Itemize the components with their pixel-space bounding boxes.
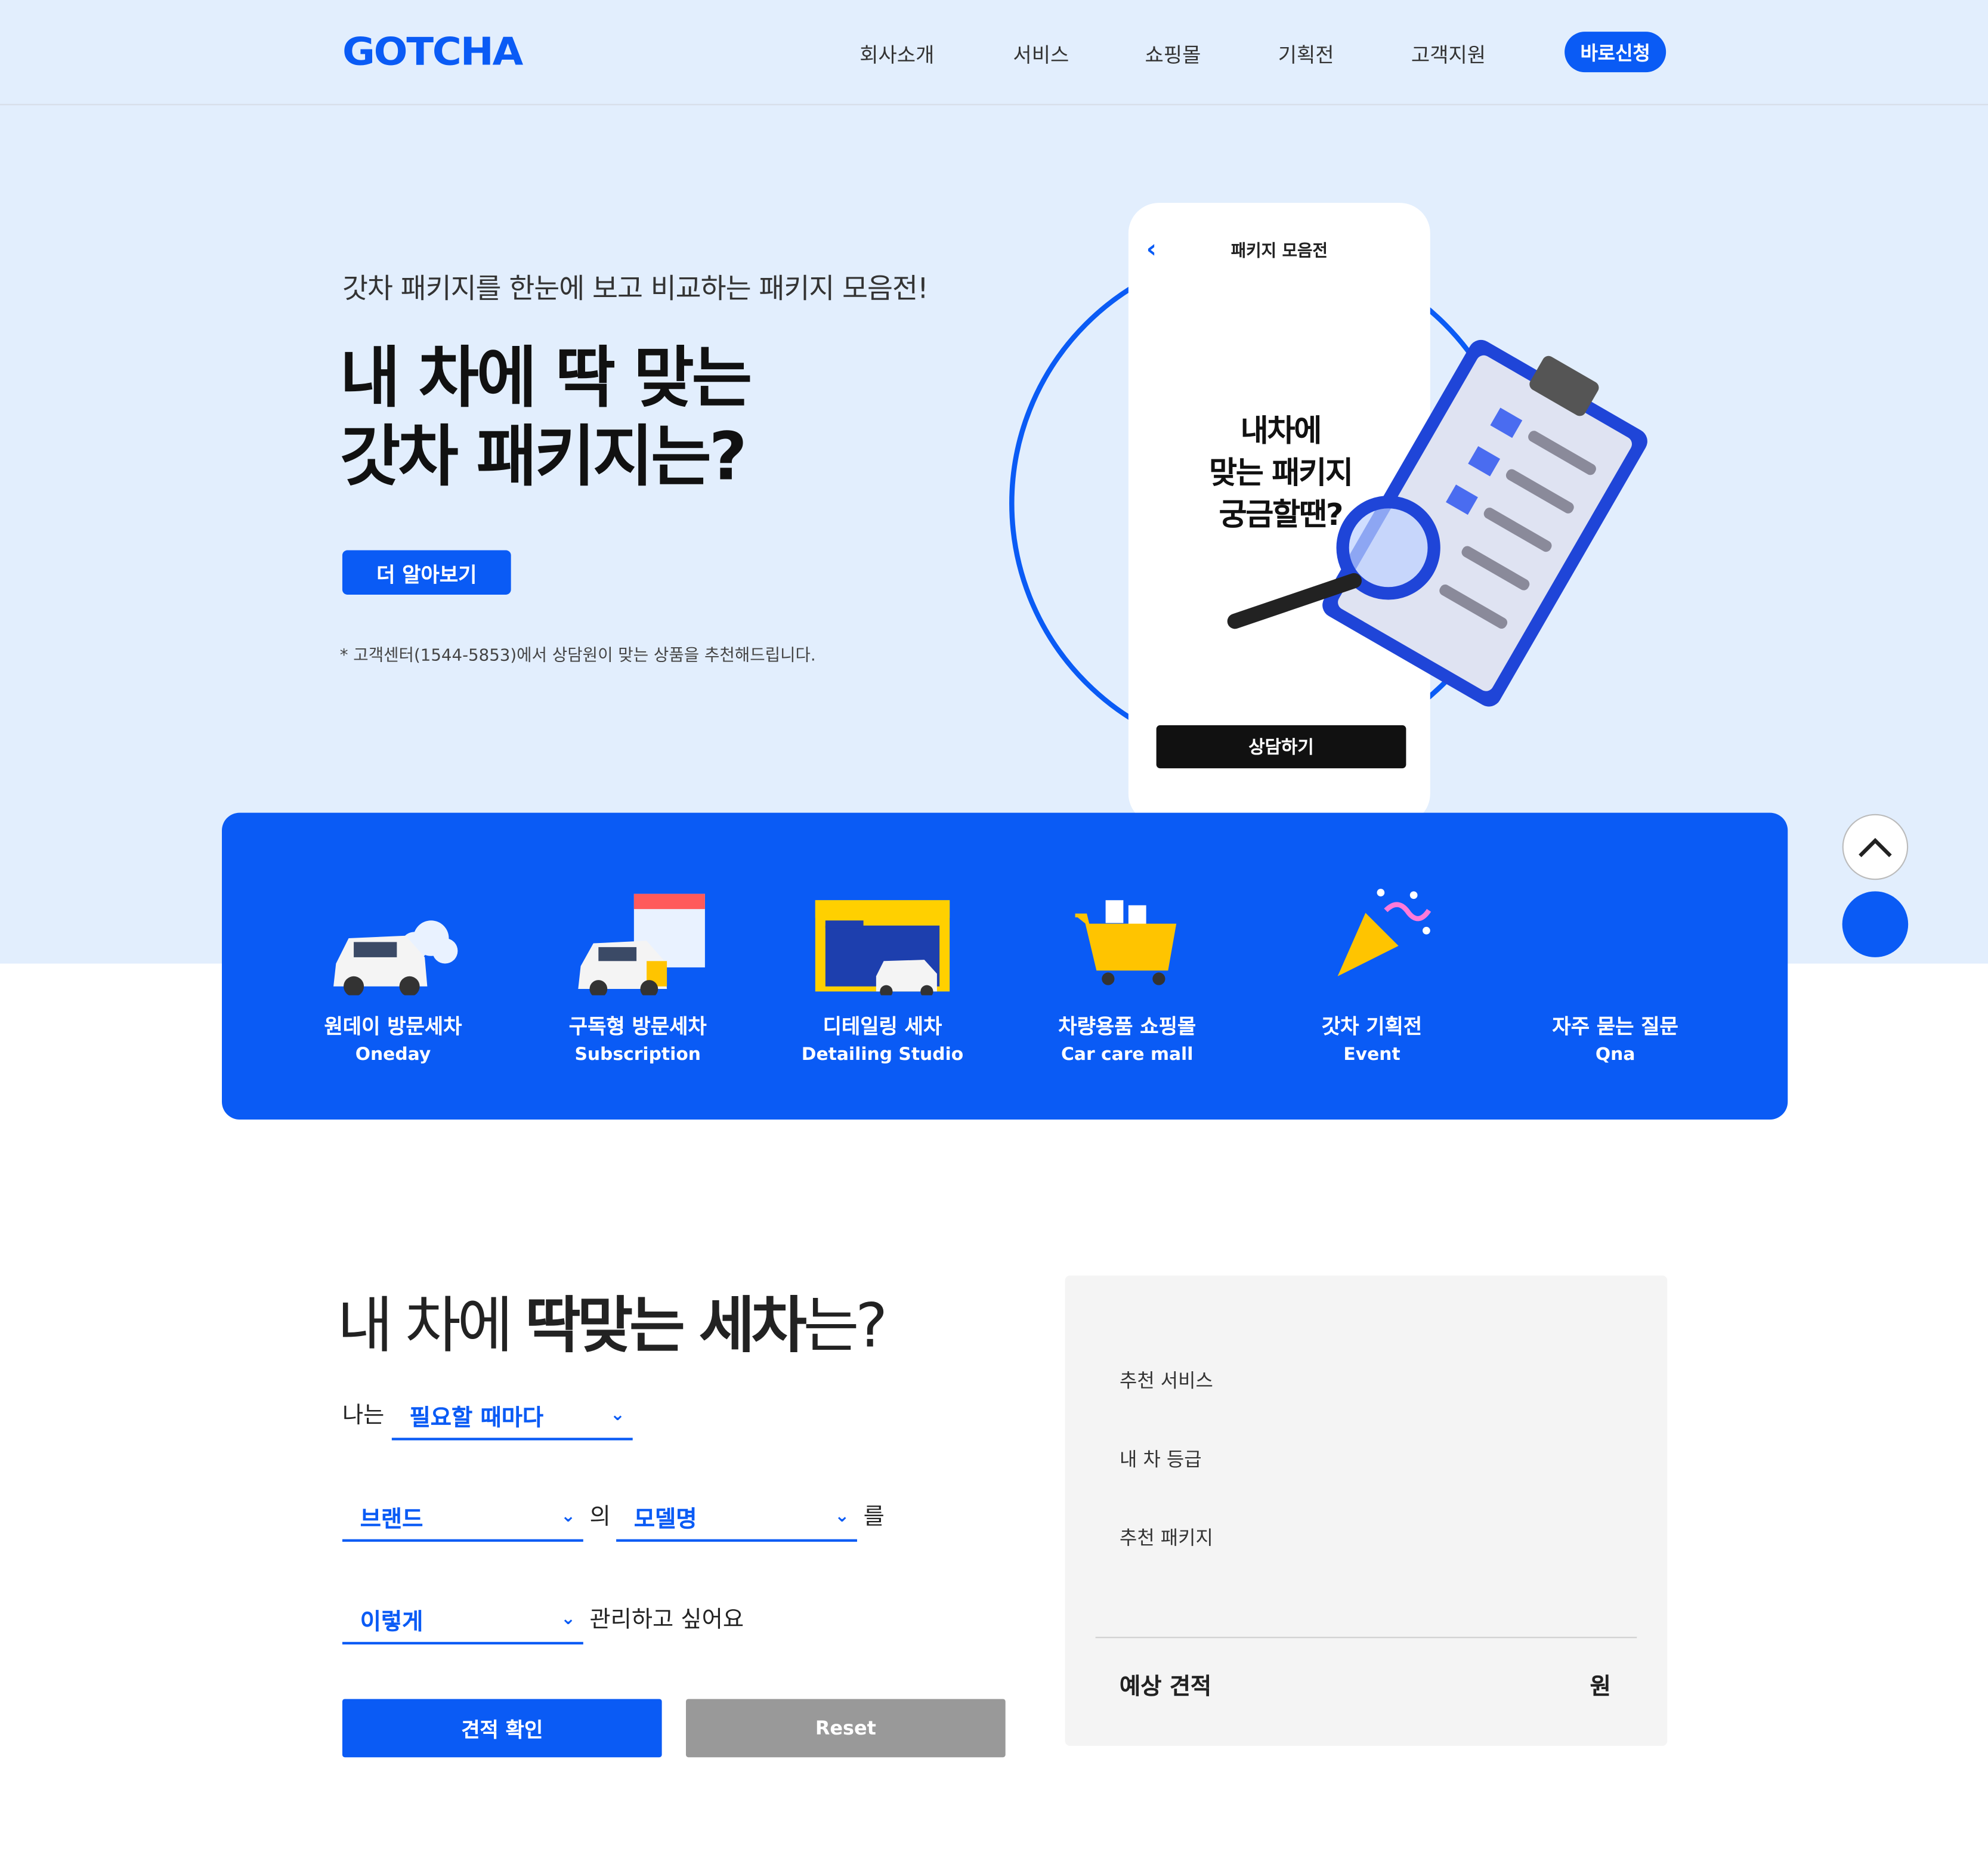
apply-now-button[interactable]: 바로신청 (1565, 32, 1667, 73)
floating-action-button[interactable] (1842, 891, 1909, 957)
service-ko: 차량용품 쇼핑몰 (1058, 1014, 1196, 1038)
recommended-package-label: 추천 패키지 (1119, 1526, 1213, 1550)
service-item-event[interactable]: 갓차 기획전 Event (1258, 888, 1486, 1069)
nav-item-support[interactable]: 고객지원 (1411, 38, 1486, 69)
hero-title-line2: 갓차 패키지는? (339, 419, 747, 496)
want-label: 관리하고 싶어요 (589, 1606, 744, 1633)
service-ko: 구독형 방문세차 (568, 1014, 707, 1038)
service-en: Event (1343, 1044, 1400, 1065)
chevron-down-icon: ⌄ (834, 1506, 850, 1527)
estimated-price-label: 예상 견적 (1119, 1673, 1212, 1700)
method-value: 이렇게 (360, 1609, 423, 1636)
hero-title: 내 차에 딱 맞는 갓차 패키지는? (339, 340, 753, 497)
currency-label: 원 (1590, 1673, 1611, 1700)
divider (1095, 1637, 1637, 1638)
scroll-top-button[interactable] (1842, 814, 1909, 880)
brand-select[interactable]: 브랜드 ⌄ (342, 1491, 583, 1542)
service-en: Car care mall (1061, 1044, 1194, 1065)
frequency-value: 필요할 때마다 (409, 1405, 544, 1431)
recommended-service-label: 추천 서비스 (1119, 1369, 1213, 1393)
estimator-title: 내 차에 딱맞는 세차는? (337, 1275, 888, 1364)
service-item-detailing[interactable]: 디테일링 세차 Detailing Studio (768, 888, 997, 1069)
object-label: 를 (863, 1504, 885, 1531)
method-select[interactable]: 이렇게 ⌄ (342, 1594, 583, 1645)
reset-button[interactable]: Reset (686, 1699, 1006, 1758)
title-bold: 딱맞는 세차 (525, 1290, 807, 1362)
nav-item-event[interactable]: 기획전 (1278, 38, 1334, 69)
service-en: Oneday (355, 1044, 431, 1065)
service-en: Qna (1595, 1044, 1635, 1065)
logo[interactable]: GOTCHA (342, 30, 523, 75)
chevron-down-icon: ⌄ (610, 1405, 625, 1426)
clipboard-magnifier-icon (1227, 339, 1647, 707)
service-ko: 원데이 방문세차 (324, 1014, 462, 1038)
chevron-down-icon: ⌄ (561, 1609, 576, 1630)
cart-icon (1058, 888, 1197, 995)
car-wash-icon (323, 888, 463, 997)
title-light1: 내 차에 (337, 1290, 525, 1362)
studio-icon (813, 888, 953, 998)
chevron-up-icon (1859, 837, 1892, 858)
nav-item-about[interactable]: 회사소개 (859, 38, 934, 69)
service-en: Subscription (574, 1044, 701, 1065)
title-light2: 는? (803, 1290, 888, 1362)
of-label: 의 (589, 1504, 611, 1531)
car-grade-label: 내 차 등급 (1119, 1448, 1202, 1471)
chevron-down-icon: ⌄ (561, 1506, 576, 1527)
calendar-car-icon (568, 888, 707, 998)
row1-prefix: 나는 (342, 1402, 385, 1429)
service-item-oneday[interactable]: 원데이 방문세차 Oneday (279, 888, 508, 1069)
site-header: GOTCHA 회사소개 서비스 쇼핑몰 기획전 고객지원 바로신청 (0, 0, 1988, 106)
nav-item-shop[interactable]: 쇼핑몰 (1145, 38, 1201, 69)
frequency-select[interactable]: 필요할 때마다 ⌄ (391, 1390, 633, 1440)
consult-button[interactable]: 상담하기 (1156, 725, 1406, 769)
hero-subtitle: 갓차 패키지를 한눈에 보고 비교하는 패키지 모음전! (342, 274, 929, 306)
brand-value: 브랜드 (360, 1506, 423, 1533)
party-popper-icon (1302, 888, 1442, 995)
hero-note: * 고객센터(1544-5853)에서 상담원이 맞는 상품을 추천해드립니다. (339, 647, 816, 666)
service-item-qna[interactable]: 자주 묻는 질문 Qna (1501, 888, 1730, 1069)
model-value: 모델명 (633, 1506, 697, 1533)
service-ko: 자주 묻는 질문 (1552, 1014, 1678, 1038)
service-item-mall[interactable]: 차량용품 쇼핑몰 Car care mall (1013, 888, 1241, 1069)
faq-icon (1545, 888, 1685, 995)
learn-more-button[interactable]: 더 알아보기 (342, 550, 511, 595)
quote-button[interactable]: 견적 확인 (342, 1699, 662, 1758)
hero-title-line1: 내 차에 딱 맞는 (339, 341, 753, 418)
nav-item-service[interactable]: 서비스 (1013, 38, 1069, 69)
service-ko: 디테일링 세차 (823, 1014, 942, 1038)
service-en: Detailing Studio (801, 1044, 964, 1065)
model-select[interactable]: 모델명 ⌄ (616, 1491, 857, 1542)
service-item-subscription[interactable]: 구독형 방문세차 Subscription (524, 888, 752, 1069)
service-ko: 갓차 기획전 (1321, 1014, 1423, 1038)
phone-title: 패키지 모음전 (1230, 242, 1328, 261)
